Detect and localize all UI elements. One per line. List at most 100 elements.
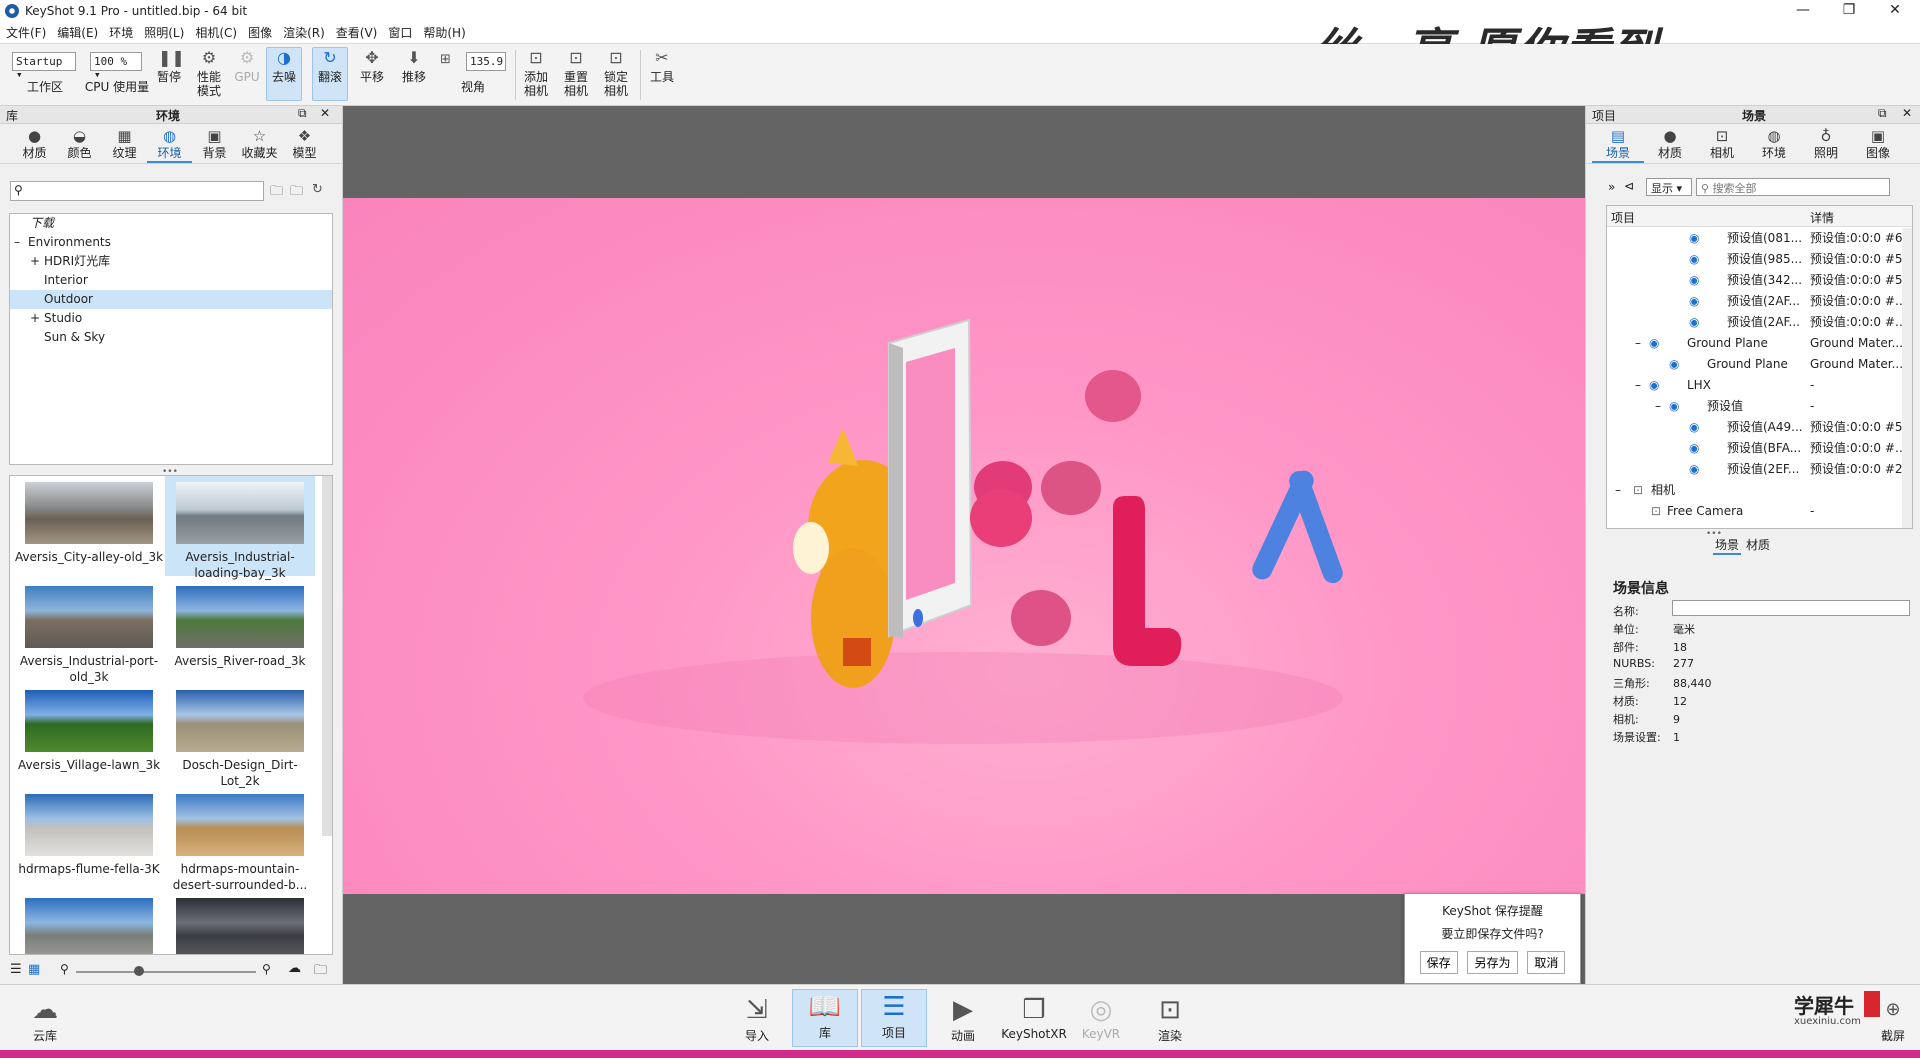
folder-add-icon[interactable]: 🗀 <box>270 182 283 204</box>
project-button[interactable]: ☰ 项目 <box>861 989 927 1047</box>
zoom-in-icon[interactable]: ⚲ <box>262 962 271 976</box>
eye-icon[interactable]: ◉ <box>1649 375 1659 396</box>
eye-icon[interactable]: ◉ <box>1669 354 1679 375</box>
visibility-filter-icon[interactable]: ⊲ <box>1624 179 1634 193</box>
workspace-select[interactable]: Startup ▾ <box>12 52 76 81</box>
close-button[interactable]: ✕ <box>1872 0 1918 22</box>
folder-icon[interactable]: 🗀 <box>314 961 327 983</box>
save-as-button[interactable]: 另存为 <box>1467 951 1518 974</box>
display-select[interactable]: 显示 ▾ <box>1646 178 1692 196</box>
tab-environments[interactable]: ◍ 环境 <box>147 124 192 163</box>
scene-tree-scrollbar[interactable] <box>1902 228 1912 528</box>
scene-row[interactable]: ◉ 预设值(BFA... 预设值:0:0:0 #11 <box>1607 438 1912 459</box>
scene-row[interactable]: ◉ 预设值(2AF... 预设值:0:0:0 #12 <box>1607 291 1912 312</box>
eye-icon[interactable]: ◉ <box>1669 396 1679 417</box>
menu-help[interactable]: 帮助(H) <box>423 24 465 41</box>
rendered-scene[interactable] <box>343 198 1585 894</box>
save-button[interactable]: 保存 <box>1419 951 1458 974</box>
refresh-icon[interactable]: ↻ <box>312 182 323 197</box>
thumbnail-scrollbar[interactable] <box>322 476 332 836</box>
scene-name-input[interactable] <box>1672 600 1910 616</box>
scene-row[interactable]: – ⊡ 相机 <box>1607 480 1912 501</box>
add-camera-button[interactable]: ⊡ 添加 相机 <box>518 48 554 98</box>
expand-icon[interactable]: + <box>30 252 40 271</box>
maximize-button[interactable]: ❐ <box>1826 0 1872 22</box>
lock-camera-button[interactable]: ⊡ 锁定 相机 <box>598 48 634 98</box>
thumbnail-size-slider[interactable] <box>76 971 256 973</box>
cpu-usage-select[interactable]: 100 % ▾ <box>90 52 142 81</box>
scene-row[interactable]: ◉ 预设值(2EF... 预设值:0:0:0 #2 <box>1607 459 1912 480</box>
menu-file[interactable]: 文件(F) <box>6 24 46 41</box>
gpu-button[interactable]: ⚙ GPU <box>232 48 262 84</box>
cloud-library-button[interactable]: ☁ 云库 <box>12 993 78 1044</box>
scene-row[interactable]: – ◉ Ground Plane Ground Mater... <box>1607 333 1912 354</box>
eye-icon[interactable]: ◉ <box>1689 417 1699 438</box>
thumbnail-item[interactable]: Aversis_Village-lawn_3k <box>14 684 164 784</box>
render-viewport[interactable] <box>343 106 1585 984</box>
thumbnail-item[interactable] <box>14 892 164 954</box>
thumbnail-item[interactable] <box>165 892 315 954</box>
tab-lighting[interactable]: ♁ 照明 <box>1800 124 1852 163</box>
library-search-input[interactable]: ⚲ <box>10 181 264 201</box>
slider-thumb[interactable] <box>134 966 144 976</box>
scene-search-input[interactable]: ⚲ 搜索全部 <box>1696 178 1890 196</box>
expand-icon[interactable]: + <box>30 309 40 328</box>
eye-icon[interactable]: ◉ <box>1689 270 1699 291</box>
close-panel-icon[interactable]: ✕ <box>1902 106 1912 120</box>
collapse-icon[interactable]: – <box>14 233 20 252</box>
tab-textures[interactable]: ▦ 纹理 <box>102 124 147 163</box>
eye-icon[interactable]: ◉ <box>1689 459 1699 480</box>
collapse-all-icon[interactable]: » <box>1608 180 1615 194</box>
collapse-icon[interactable]: – <box>1655 396 1661 417</box>
thumbnail-item[interactable]: Aversis_River-road_3k <box>165 580 315 680</box>
menu-edit[interactable]: 编辑(E) <box>57 24 98 41</box>
dolly-button[interactable]: ⬇ 推移 <box>396 48 432 84</box>
thumbnail-item[interactable]: Aversis_Industrial-port-old_3k <box>14 580 164 684</box>
menu-environment[interactable]: 环境 <box>109 24 133 41</box>
collapse-icon[interactable]: – <box>1635 375 1641 396</box>
collapse-icon[interactable]: – <box>1615 480 1621 501</box>
tab-colors[interactable]: ◒ 颜色 <box>57 124 102 163</box>
scene-row[interactable]: ◉ 预设值(2AF... 预设值:0:0:0 #13 <box>1607 312 1912 333</box>
keyshotxr-button[interactable]: ❒ KeyShotXR <box>996 993 1072 1041</box>
tab-favorites[interactable]: ☆ 收藏夹 <box>237 124 282 163</box>
float-panel-icon[interactable]: ⧉ <box>298 106 307 121</box>
denoise-button[interactable]: ◑ 去噪 <box>266 47 302 101</box>
thumbnail-item[interactable]: Aversis_City-alley-old_3k <box>14 476 164 576</box>
thumbnail-item[interactable]: hdrmaps-flume-fella-3K <box>14 788 164 888</box>
tumble-button[interactable]: ↻ 翻滚 <box>312 47 348 101</box>
pause-button[interactable]: ❚❚ 暂停 <box>152 48 186 84</box>
scene-row[interactable]: ◉ 预设值(A49... 预设值:0:0:0 #5 <box>1607 417 1912 438</box>
thumbnail-item[interactable]: Dosch-Design_Dirt-Lot_2k <box>165 684 315 788</box>
scene-row[interactable]: ◉ 预设值(081... 预设值:0:0:0 #6 <box>1607 228 1912 249</box>
menu-image[interactable]: 图像 <box>248 24 272 41</box>
reset-camera-button[interactable]: ⊡ 重置 相机 <box>558 48 594 98</box>
tools-button[interactable]: ✂ 工具 <box>644 48 680 84</box>
scene-row[interactable]: ◉ 预设值(342... 预设值:0:0:0 #5 <box>1607 270 1912 291</box>
cloud-download-icon[interactable]: ☁ <box>288 961 301 976</box>
tab-models[interactable]: ❖ 模型 <box>282 124 327 163</box>
tree-item-sun-sky[interactable]: Sun & Sky <box>10 328 332 347</box>
folder-remove-icon[interactable]: 🗀 <box>290 182 303 204</box>
minimize-button[interactable]: — <box>1780 0 1826 22</box>
thumbnail-item[interactable]: hdrmaps-mountain-desert-surrounded-b... <box>165 788 315 892</box>
menu-lighting[interactable]: 照明(L) <box>144 24 184 41</box>
pan-button[interactable]: ✥ 平移 <box>354 48 390 84</box>
menu-camera[interactable]: 相机(C) <box>195 24 237 41</box>
scene-row[interactable]: – ◉ LHX - <box>1607 375 1912 396</box>
zoom-out-icon[interactable]: ⚲ <box>60 962 69 976</box>
import-button[interactable]: ⇲ 导入 <box>724 993 790 1044</box>
eye-icon[interactable]: ◉ <box>1689 249 1699 270</box>
subtab-scene[interactable]: 场景 <box>1713 536 1742 555</box>
tree-item-interior[interactable]: Interior <box>10 271 332 290</box>
scene-row[interactable]: – ◉ 预设值 - <box>1607 396 1912 417</box>
animation-button[interactable]: ▶ 动画 <box>930 993 996 1044</box>
keyvr-button[interactable]: ◎ KeyVR <box>1068 993 1134 1041</box>
collapse-icon[interactable]: – <box>1635 333 1641 354</box>
tree-item-hdri[interactable]: + HDRI灯光库 <box>10 252 332 271</box>
scene-row[interactable]: ◉ 预设值(985... 预设值:0:0:0 #5 <box>1607 249 1912 270</box>
eye-icon[interactable]: ◉ <box>1689 438 1699 459</box>
tab-material[interactable]: ● 材质 <box>1644 124 1696 163</box>
tab-scene[interactable]: ▤ 场景 <box>1592 124 1644 163</box>
fov-input[interactable]: 135.9 <box>466 52 506 71</box>
